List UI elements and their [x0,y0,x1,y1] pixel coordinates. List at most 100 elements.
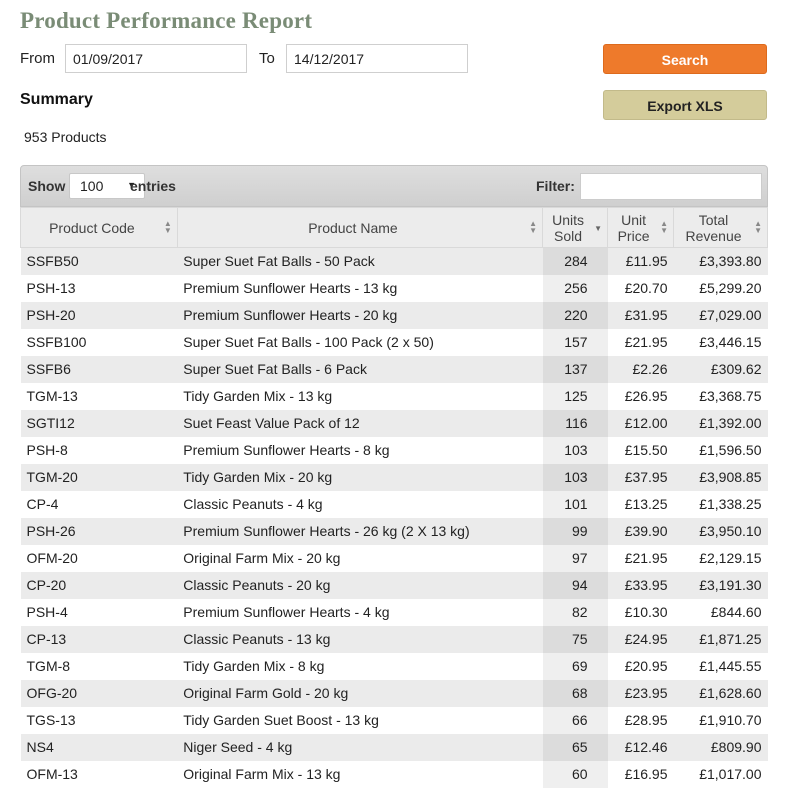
cell-unit-price: £13.25 [607,490,674,518]
cell-units-sold: 66 [542,706,608,734]
cell-units-sold: 116 [542,409,608,437]
cell-product-code: NS4 [20,733,178,761]
page-title: Product Performance Report [20,8,313,33]
cell-product-name: Original Farm Mix - 20 kg [177,544,543,572]
sort-both-icon: ▲ ▼ [529,219,538,235]
cell-total-revenue: £3,446.15 [673,328,768,356]
cell-unit-price: £21.95 [607,328,674,356]
table-row[interactable]: PSH-4 Premium Sunflower Hearts - 4 kg 82 £1… [20,598,768,626]
table-row[interactable]: PSH-8 Premium Sunflower Hearts - 8 kg 103 £… [20,436,768,464]
table-row[interactable]: OFM-20 Original Farm Mix - 20 kg 97 £21.95 £… [20,544,768,572]
cell-product-name: Suet Feast Value Pack of 12 [177,409,543,437]
table-row[interactable]: PSH-20 Premium Sunflower Hearts - 20 kg 22… [20,301,768,329]
products-table: Product Code ▲ ▼ Product Name ▲ ▼ Units So… [20,207,768,788]
cell-unit-price: £11.95 [607,247,674,275]
cell-units-sold: 94 [542,571,608,599]
cell-product-code: SGTI12 [20,409,178,437]
cell-total-revenue: £1,392.00 [673,409,768,437]
export-xls-button[interactable]: Export XLS [603,90,767,120]
cell-units-sold: 99 [542,517,608,545]
cell-product-name: Premium Sunflower Hearts - 4 kg [177,598,543,626]
cell-unit-price: £12.00 [607,409,674,437]
cell-units-sold: 75 [542,625,608,653]
column-header-product-name[interactable]: Product Name ▲ ▼ [176,207,544,248]
cell-units-sold: 65 [542,733,608,761]
cell-product-code: TGM-13 [20,382,178,410]
cell-units-sold: 69 [542,652,608,680]
cell-product-code: SSFB50 [20,247,178,275]
cell-total-revenue: £2,129.15 [673,544,768,572]
cell-unit-price: £20.70 [607,274,674,302]
table-row[interactable]: TGM-13 Tidy Garden Mix - 13 kg 125 £26.95 £3… [20,382,768,410]
cell-total-revenue: £3,950.10 [673,517,768,545]
cell-product-name: Niger Seed - 4 kg [177,733,543,761]
entries-select-value: 100 [80,178,104,194]
search-button[interactable]: Search [603,44,767,74]
cell-total-revenue: £1,628.60 [673,679,768,707]
cell-product-name: Classic Peanuts - 4 kg [177,490,543,518]
to-date-input[interactable]: 14/12/2017 [286,44,468,73]
summary-heading: Summary [20,91,93,108]
table-row[interactable]: TGS-13 Tidy Garden Suet Boost - 13 kg 66 £2… [20,706,768,734]
show-label: Show [28,178,66,194]
cell-product-name: Tidy Garden Mix - 8 kg [177,652,543,680]
cell-product-code: OFG-20 [20,679,178,707]
filter-input[interactable] [580,173,762,200]
cell-unit-price: £12.46 [607,733,674,761]
column-header-units-sold[interactable]: Units Sold ▼ [542,207,609,248]
table-row[interactable]: SSFB100 Super Suet Fat Balls - 100 Pack (… [20,328,768,356]
cell-product-name: Tidy Garden Mix - 13 kg [177,382,543,410]
table-row[interactable]: OFG-20 Original Farm Gold - 20 kg 68 £23.95… [20,679,768,707]
table-row[interactable]: PSH-13 Premium Sunflower Hearts - 13 kg 25… [20,274,768,302]
cell-units-sold: 82 [542,598,608,626]
cell-total-revenue: £5,299.20 [673,274,768,302]
column-header-product-code[interactable]: Product Code ▲ ▼ [20,207,178,248]
cell-units-sold: 125 [542,382,608,410]
cell-product-code: CP-13 [20,625,178,653]
cell-total-revenue: £1,910.70 [673,706,768,734]
column-header-unit-price[interactable]: Unit Price ▲ ▼ [607,207,675,248]
cell-product-name: Premium Sunflower Hearts - 26 kg (2 X 13… [177,517,543,545]
sort-both-icon: ▲ ▼ [754,219,762,235]
from-date-input[interactable]: 01/09/2017 [65,44,247,73]
cell-units-sold: 256 [542,274,608,302]
cell-unit-price: £31.95 [607,301,674,329]
cell-units-sold: 103 [542,463,608,491]
table-row[interactable]: CP-4 Classic Peanuts - 4 kg 101 £13.25 £1,33… [20,490,768,518]
table-row[interactable]: CP-13 Classic Peanuts - 13 kg 75 £24.95 £1,8… [20,625,768,653]
table-row[interactable]: PSH-26 Premium Sunflower Hearts - 26 kg (… [20,517,768,545]
table-row[interactable]: SSFB6 Super Suet Fat Balls - 6 Pack 137 £2.… [20,355,768,383]
cell-total-revenue: £3,908.85 [673,463,768,491]
cell-unit-price: £21.95 [607,544,674,572]
cell-total-revenue: £7,029.00 [673,301,768,329]
table-row[interactable]: NS4 Niger Seed - 4 kg 65 £12.46 £809.90 [20,733,768,761]
cell-product-name: Super Suet Fat Balls - 6 Pack [177,355,543,383]
table-row[interactable]: TGM-8 Tidy Garden Mix - 8 kg 69 £20.95 £1,44… [20,652,768,680]
cell-product-code: OFM-20 [20,544,178,572]
table-row[interactable]: CP-20 Classic Peanuts - 20 kg 94 £33.95 £3,1… [20,571,768,599]
cell-unit-price: £23.95 [607,679,674,707]
cell-product-name: Premium Sunflower Hearts - 20 kg [177,301,543,329]
filter-label: Filter: [536,178,575,194]
table-row[interactable]: TGM-20 Tidy Garden Mix - 20 kg 103 £37.95 £3… [20,463,768,491]
cell-total-revenue: £1,871.25 [673,625,768,653]
cell-units-sold: 101 [542,490,608,518]
cell-product-name: Premium Sunflower Hearts - 8 kg [177,436,543,464]
cell-product-code: PSH-26 [20,517,178,545]
cell-product-name: Premium Sunflower Hearts - 13 kg [177,274,543,302]
cell-total-revenue: £1,338.25 [673,490,768,518]
cell-units-sold: 220 [542,301,608,329]
table-row[interactable]: SGTI12 Suet Feast Value Pack of 12 116 £12.… [20,409,768,437]
cell-product-code: OFM-13 [20,760,178,788]
cell-total-revenue: £1,445.55 [673,652,768,680]
cell-unit-price: £16.95 [607,760,674,788]
cell-total-revenue: £1,596.50 [673,436,768,464]
table-row[interactable]: OFM-13 Original Farm Mix - 13 kg 60 £16.95 £… [20,760,768,788]
cell-product-code: SSFB100 [20,328,178,356]
cell-units-sold: 60 [542,760,608,788]
cell-total-revenue: £309.62 [673,355,768,383]
table-row[interactable]: SSFB50 Super Suet Fat Balls - 50 Pack 284 £… [20,247,768,275]
cell-product-code: CP-4 [20,490,178,518]
products-count: 953 Products [24,129,107,145]
column-header-total-revenue[interactable]: Total Revenue ▲ ▼ [673,207,768,248]
